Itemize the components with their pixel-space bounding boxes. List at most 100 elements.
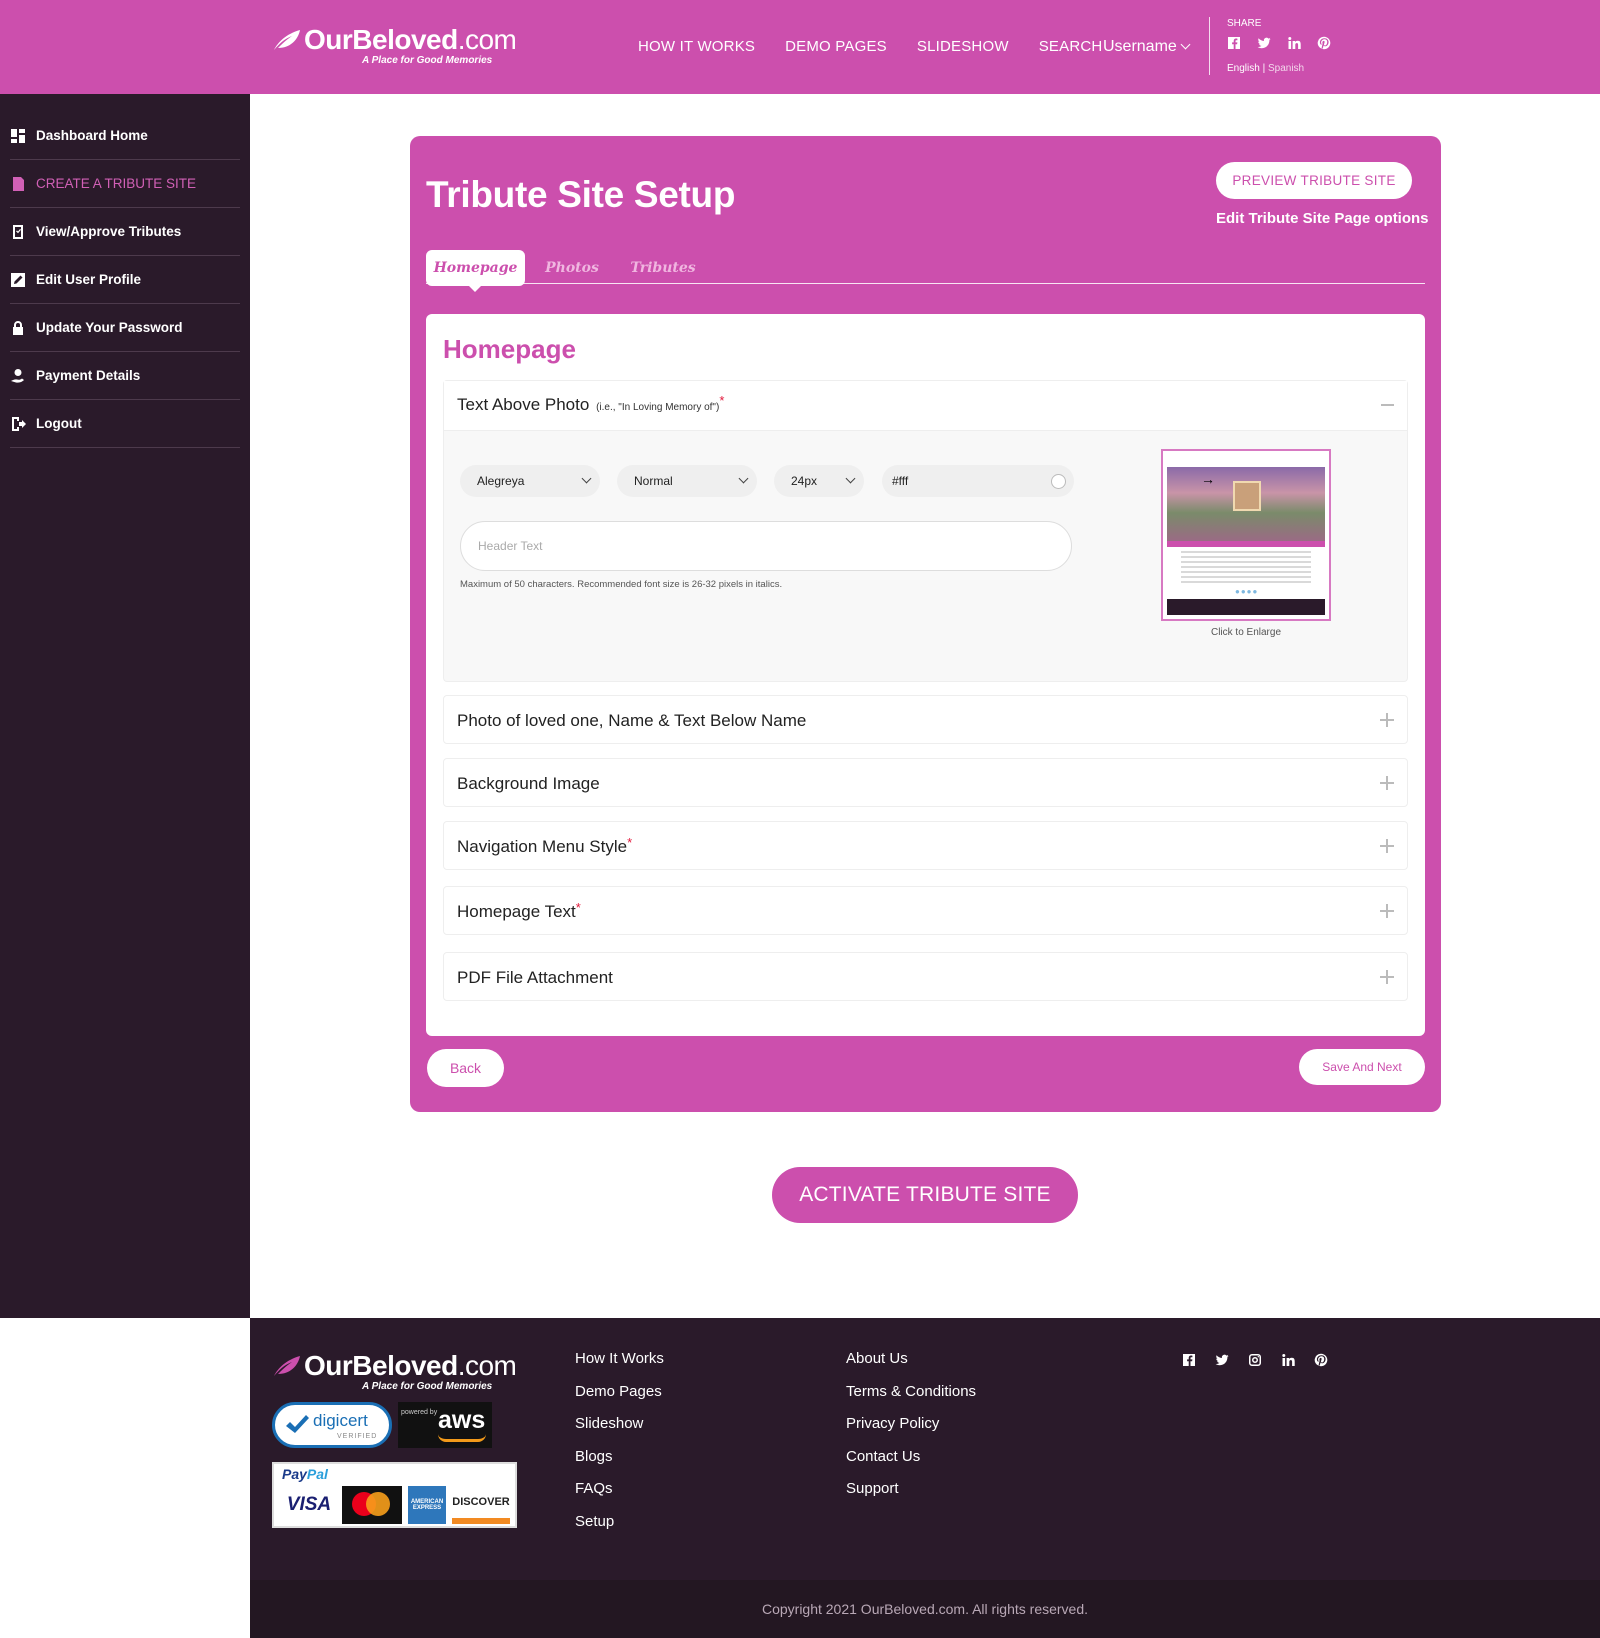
tribute-setup-card: Tribute Site Setup PREVIEW TRIBUTE SITE … bbox=[410, 136, 1441, 1112]
footer-links-col2: About Us Terms & Conditions Privacy Poli… bbox=[846, 1350, 976, 1513]
homepage-panel: Homepage Text Above Photo (i.e., "In Lov… bbox=[426, 314, 1425, 1036]
thumb-portrait bbox=[1233, 481, 1261, 511]
accordion-background-image[interactable]: Background Image bbox=[443, 758, 1408, 807]
nav-demo-pages[interactable]: DEMO PAGES bbox=[785, 38, 887, 55]
sidebar-item-label: CREATE A TRIBUTE SITE bbox=[36, 176, 197, 191]
thumb-topbar bbox=[1167, 455, 1325, 465]
leaf-logo-icon bbox=[274, 30, 300, 50]
footer-logo[interactable]: OurBeloved.com A Place for Good Memories bbox=[272, 1350, 517, 1394]
accordion-photo-name[interactable]: Photo of loved one, Name & Text Below Na… bbox=[443, 695, 1408, 744]
plus-icon[interactable] bbox=[1380, 776, 1394, 790]
payment-methods-badge: PayPal VISA AMERICAN EXPRESS DISCOVER bbox=[272, 1462, 517, 1528]
footer-link-faqs[interactable]: FAQs bbox=[575, 1480, 664, 1513]
lang-separator: | bbox=[1259, 63, 1268, 74]
sidebar-item-label: View/Approve Tributes bbox=[36, 224, 182, 239]
footer-link-privacy[interactable]: Privacy Policy bbox=[846, 1415, 976, 1448]
sidebar-item-label: Logout bbox=[36, 416, 82, 431]
accordion-label: PDF File Attachment bbox=[457, 968, 613, 987]
footer-link-blogs[interactable]: Blogs bbox=[575, 1448, 664, 1481]
plus-icon[interactable] bbox=[1380, 713, 1394, 727]
sidebar-item-view-approve-tributes[interactable]: View/Approve Tributes bbox=[10, 208, 240, 256]
sidebar-item-update-password[interactable]: Update Your Password bbox=[10, 304, 240, 352]
lang-spanish[interactable]: Spanish bbox=[1268, 63, 1304, 74]
accordion-label: Homepage Text* bbox=[457, 900, 581, 921]
tab-photos[interactable]: Photos bbox=[540, 250, 604, 286]
logo-tagline: A Place for Good Memories bbox=[362, 1381, 493, 1392]
pinterest-icon[interactable] bbox=[1314, 1353, 1328, 1367]
required-mark: * bbox=[627, 835, 633, 850]
footer-link-about-us[interactable]: About Us bbox=[846, 1350, 976, 1383]
linkedin-icon[interactable] bbox=[1287, 36, 1301, 50]
arrow-right-icon: → bbox=[1201, 471, 1215, 487]
color-swatch[interactable] bbox=[1051, 474, 1066, 489]
logo-tagline: A Place for Good Memories bbox=[362, 55, 493, 66]
lock-icon bbox=[10, 320, 26, 336]
sidebar-item-payment-details[interactable]: Payment Details bbox=[10, 352, 240, 400]
sidebar-item-create-tribute-site[interactable]: CREATE A TRIBUTE SITE bbox=[10, 160, 240, 208]
activate-tribute-site-button[interactable]: ACTIVATE TRIBUTE SITE bbox=[772, 1167, 1078, 1223]
paypal-logo: PayPal bbox=[282, 1466, 328, 1482]
preview-tribute-site-button[interactable]: PREVIEW TRIBUTE SITE bbox=[1216, 162, 1412, 199]
footer-link-slideshow[interactable]: Slideshow bbox=[575, 1415, 664, 1448]
copyright-text: Copyright 2021 OurBeloved.com. All right… bbox=[761, 1601, 1089, 1617]
sidebar-item-edit-user-profile[interactable]: Edit User Profile bbox=[10, 256, 240, 304]
twitter-icon[interactable] bbox=[1257, 36, 1271, 50]
accordion-navigation-menu-style[interactable]: Navigation Menu Style* bbox=[443, 821, 1408, 870]
language-switch: English | Spanish bbox=[1227, 63, 1304, 74]
username-label: Username bbox=[1103, 38, 1177, 55]
linkedin-icon[interactable] bbox=[1281, 1353, 1295, 1366]
accordion-homepage-text[interactable]: Homepage Text* bbox=[443, 886, 1408, 935]
twitter-icon[interactable] bbox=[1215, 1353, 1229, 1366]
font-style-select[interactable]: Normal bbox=[617, 465, 757, 497]
leaf-logo-icon bbox=[274, 1356, 300, 1376]
facebook-icon[interactable] bbox=[1227, 36, 1241, 50]
plus-icon[interactable] bbox=[1380, 970, 1394, 984]
footer-link-support[interactable]: Support bbox=[846, 1480, 976, 1513]
sidebar: Dashboard Home CREATE A TRIBUTE SITE Vie… bbox=[0, 94, 250, 1318]
accordion-header[interactable]: Text Above Photo (i.e., "In Loving Memor… bbox=[444, 381, 1407, 431]
thumb-footer bbox=[1167, 599, 1325, 615]
thumb-dots: ●●●● bbox=[1235, 587, 1259, 596]
chevron-down-icon bbox=[1180, 39, 1191, 50]
footer-link-contact[interactable]: Contact Us bbox=[846, 1448, 976, 1481]
dashboard-icon bbox=[10, 128, 26, 144]
layout-preview-thumbnail[interactable]: → ●●●● bbox=[1161, 449, 1331, 621]
instagram-icon[interactable] bbox=[1248, 1353, 1261, 1366]
digicert-badge: digicert VERIFIED bbox=[272, 1402, 392, 1448]
font-size-select[interactable]: 24px bbox=[774, 465, 864, 497]
collapse-icon[interactable] bbox=[1381, 404, 1394, 406]
panel-title: Homepage bbox=[443, 334, 576, 364]
nav-search[interactable]: SEARCH bbox=[1039, 38, 1103, 55]
site-logo[interactable]: OurBeloved.com A Place for Good Memories bbox=[272, 24, 517, 68]
accordion-pdf-attachment[interactable]: PDF File Attachment bbox=[443, 952, 1408, 1001]
sidebar-item-dashboard-home[interactable]: Dashboard Home bbox=[10, 112, 240, 160]
header-text-input[interactable] bbox=[460, 521, 1072, 571]
edit-icon bbox=[10, 272, 26, 288]
font-family-select[interactable]: Alegreya bbox=[460, 465, 600, 497]
plus-icon[interactable] bbox=[1380, 904, 1394, 918]
color-input[interactable]: #fff bbox=[882, 465, 1074, 497]
footer-link-how-it-works[interactable]: How It Works bbox=[575, 1350, 664, 1383]
pinterest-icon[interactable] bbox=[1317, 36, 1331, 50]
back-button[interactable]: Back bbox=[427, 1049, 504, 1087]
mastercard-logo bbox=[342, 1486, 402, 1524]
footer-link-demo-pages[interactable]: Demo Pages bbox=[575, 1383, 664, 1416]
approve-icon bbox=[10, 224, 26, 240]
tab-homepage[interactable]: Homepage bbox=[426, 250, 525, 292]
sidebar-item-label: Edit User Profile bbox=[36, 272, 142, 287]
share-icons bbox=[1227, 36, 1331, 50]
tab-tributes[interactable]: Tributes bbox=[628, 250, 698, 286]
plus-icon[interactable] bbox=[1380, 839, 1394, 853]
sidebar-item-label: Payment Details bbox=[36, 368, 141, 383]
nav-how-it-works[interactable]: HOW IT WORKS bbox=[638, 38, 755, 55]
nav-slideshow[interactable]: SLIDESHOW bbox=[917, 38, 1009, 55]
sidebar-item-logout[interactable]: Logout bbox=[10, 400, 240, 448]
footer-link-terms[interactable]: Terms & Conditions bbox=[846, 1383, 976, 1416]
facebook-icon[interactable] bbox=[1182, 1353, 1195, 1366]
footer-link-setup[interactable]: Setup bbox=[575, 1513, 664, 1546]
lang-english[interactable]: English bbox=[1227, 63, 1260, 74]
accordion-label: Background Image bbox=[457, 774, 600, 793]
save-and-next-button[interactable]: Save And Next bbox=[1299, 1049, 1425, 1085]
accordion-text-above-photo: Text Above Photo (i.e., "In Loving Memor… bbox=[443, 380, 1408, 682]
username-dropdown[interactable]: Username bbox=[1103, 38, 1191, 56]
